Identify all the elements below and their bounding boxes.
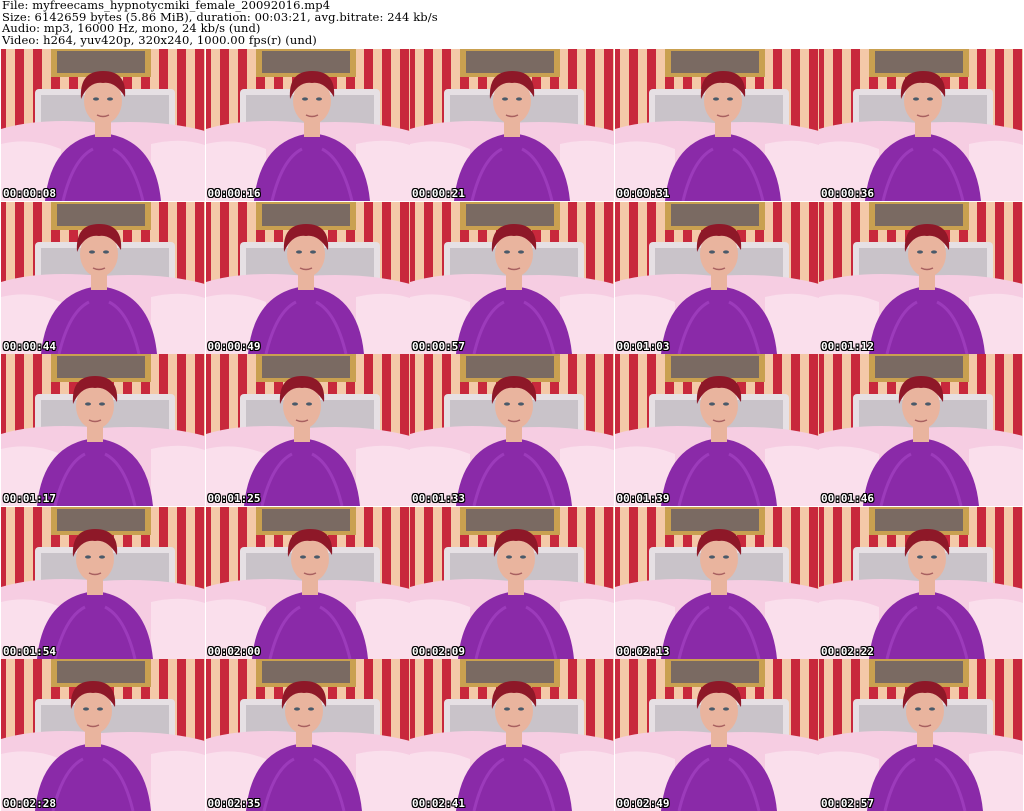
thumbnail-timestamp: 00:00:57 <box>412 339 465 353</box>
video-thumbnail: 00:00:44 <box>1 201 205 354</box>
thumbnail-timestamp: 00:01:12 <box>821 339 874 353</box>
video-thumbnail: 00:02:41 <box>410 659 614 811</box>
video-thumbnail: 00:01:25 <box>205 354 410 506</box>
file-info-header: File: myfreecams_hypnotycmiki_female_200… <box>2 0 1022 48</box>
thumbnail-timestamp: 00:02:57 <box>821 797 874 810</box>
thumbnail-timestamp: 00:00:21 <box>412 187 465 200</box>
video-thumbnail: 00:02:09 <box>410 506 614 659</box>
thumbnail-timestamp: 00:02:41 <box>412 797 465 810</box>
thumbnail-timestamp: 00:02:22 <box>821 644 874 658</box>
video-thumbnail: 00:01:39 <box>614 354 819 506</box>
video-thumbnail: 00:02:35 <box>205 659 410 811</box>
video-thumbnail: 00:02:49 <box>614 659 819 811</box>
video-thumbnail: 00:00:21 <box>410 49 614 201</box>
thumbnail-timestamp: 00:00:16 <box>207 187 261 200</box>
video-thumbnail: 00:00:16 <box>205 49 410 201</box>
video-thumbnail: 00:01:54 <box>1 506 205 659</box>
thumbnail-timestamp: 00:01:25 <box>207 492 261 505</box>
thumbnail-timestamp: 00:01:39 <box>616 492 670 505</box>
thumbnail-grid: 00:00:08 00:00:16 00:00:21 00:00:31 00:0… <box>1 49 1023 811</box>
thumbnail-timestamp: 00:02:49 <box>616 797 670 810</box>
thumbnail-timestamp: 00:01:03 <box>616 339 670 353</box>
thumbnail-timestamp: 00:00:49 <box>207 339 261 353</box>
thumbnail-timestamp: 00:02:13 <box>616 644 670 658</box>
thumbnail-timestamp: 00:00:08 <box>3 187 56 200</box>
thumbnail-timestamp: 00:02:09 <box>412 644 465 658</box>
thumbnail-timestamp: 00:02:00 <box>207 644 261 658</box>
thumbnail-timestamp: 00:00:44 <box>3 339 56 353</box>
thumbnail-timestamp: 00:02:28 <box>3 797 56 810</box>
thumbnail-timestamp: 00:02:35 <box>207 797 261 810</box>
video-thumbnail: 00:02:28 <box>1 659 205 811</box>
video-thumbnail: 00:02:57 <box>819 659 1023 811</box>
video-thumbnail: 00:00:31 <box>614 49 819 201</box>
thumbnail-timestamp: 00:01:17 <box>3 492 56 505</box>
thumbnail-timestamp: 00:01:33 <box>412 492 465 505</box>
video-thumbnail: 00:00:57 <box>410 201 614 354</box>
thumbnail-timestamp: 00:01:54 <box>3 644 56 658</box>
video-thumbnail: 00:02:22 <box>819 506 1023 659</box>
thumbnail-timestamp: 00:00:31 <box>616 187 670 200</box>
video-thumbnail: 00:01:03 <box>614 201 819 354</box>
video-thumbnail: 00:01:33 <box>410 354 614 506</box>
video-thumbnail: 00:01:12 <box>819 201 1023 354</box>
video-thumbnail: 00:00:49 <box>205 201 410 354</box>
video-thumbnail: 00:02:00 <box>205 506 410 659</box>
thumbnail-timestamp: 00:00:36 <box>821 187 874 200</box>
video-thumbnail: 00:01:17 <box>1 354 205 506</box>
video-thumbnail: 00:00:36 <box>819 49 1023 201</box>
video-info-line: Video: h264, yuv420p, 320x240, 1000.00 f… <box>2 32 317 47</box>
video-thumbnail: 00:01:46 <box>819 354 1023 506</box>
thumbnail-timestamp: 00:01:46 <box>821 492 874 505</box>
video-thumbnail: 00:02:13 <box>614 506 819 659</box>
video-thumbnail: 00:00:08 <box>1 49 205 201</box>
